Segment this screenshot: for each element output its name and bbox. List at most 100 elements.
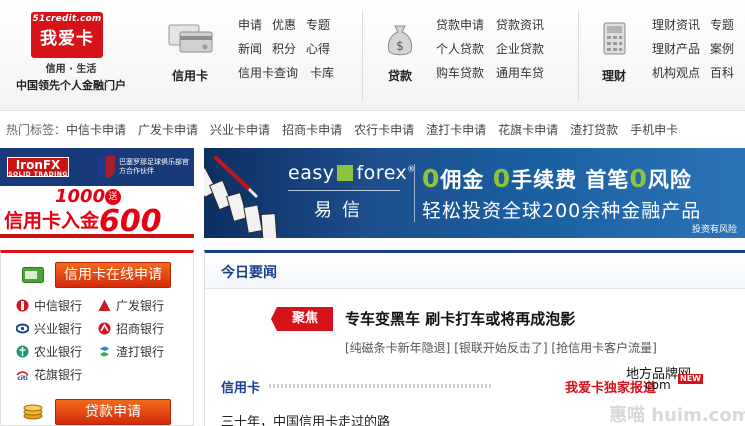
nav-finance-link[interactable]: 机构观点	[652, 66, 700, 81]
bank-item-sc[interactable]: 渣打银行	[98, 343, 180, 360]
banner-headline-part: 风险	[647, 168, 692, 192]
bank-item-cib[interactable]: 兴业银行	[16, 320, 98, 337]
bank-label: 兴业银行	[34, 322, 83, 336]
svg-text:$: $	[396, 39, 404, 53]
section-divider	[269, 384, 491, 388]
article-link[interactable]: 三十年，中国信用卡走过的路	[221, 411, 390, 426]
easy-forex-cn: 易信	[314, 200, 370, 221]
ironfx-ad[interactable]: IronFX SOLID TRADING 巴塞罗那足球俱乐部官方合作伙伴 100…	[0, 148, 194, 238]
easy-forex-banner[interactable]: easy forex® 易信 0佣金 0手续费 首笔0风险 轻松投资全球200余种…	[204, 148, 745, 238]
ad-offer-prefix: 信用卡入金	[4, 210, 100, 232]
hot-tag-link[interactable]: 花旗卡申请	[498, 123, 558, 137]
nav-group-finance: 理财 理财资讯 专题 理财产品 案例 机构观点 百科	[578, 0, 745, 111]
site-logo[interactable]: 51credit.com 我爱卡 信用 · 生活 中国领先个人金融门户	[0, 0, 142, 111]
nav-loan-link[interactable]: 购车贷款	[436, 66, 484, 81]
sub-links: [纯磁条卡新年隐退] [银联开始反击了] [抢信用卡客户流量]	[345, 339, 657, 356]
bank-label: 广发银行	[116, 299, 165, 313]
ad-gift-badge: 送	[105, 189, 121, 205]
sub-link[interactable]: [纯磁条卡新年隐退]	[345, 341, 450, 355]
money-bag-icon: $	[387, 25, 413, 56]
abc-bank-icon	[16, 345, 29, 358]
ad-offer-line: 信用卡入金600	[4, 204, 162, 238]
credit-card-icon	[168, 24, 213, 53]
ad-partner-text: 巴塞罗那足球俱乐部官方合作伙伴	[119, 158, 189, 175]
hot-tag-link[interactable]: 农行卡申请	[354, 123, 414, 137]
hot-tags-label: 热门标签：	[6, 123, 67, 137]
bank-label: 农业银行	[34, 345, 83, 359]
nav-card-link[interactable]: 卡库	[310, 66, 334, 81]
hot-tag-link[interactable]: 渣打卡申请	[426, 123, 486, 137]
bank-label: 渣打银行	[116, 345, 165, 359]
nav-finance-link[interactable]: 理财资讯	[652, 18, 700, 33]
cib-bank-icon	[16, 323, 29, 334]
apply-card-button[interactable]: 信用卡在线申请	[55, 262, 171, 288]
today-news-title: 今日要闻	[221, 265, 277, 281]
hot-tags-bar: 热门标签：中信卡申请 广发卡申请 兴业卡申请 招商卡申请 农行卡申请 渣打卡申请 花旗卡申请…	[0, 121, 690, 139]
banner-divider	[414, 164, 415, 222]
nav-finance-link[interactable]: 专题	[710, 18, 734, 33]
focus-tag: 聚焦	[271, 307, 333, 331]
hot-tag-link[interactable]: 招商卡申请	[282, 123, 342, 137]
nav-card-link[interactable]: 新闻	[238, 42, 262, 57]
nav-finance-link[interactable]: 案例	[710, 42, 734, 57]
ironfx-brand: IronFX	[15, 158, 61, 172]
hot-tag-link[interactable]: 渣打贷款	[570, 123, 618, 137]
logo-tagline: 信用 · 生活	[45, 64, 97, 75]
ironfx-brand-sub: SOLID TRADING	[8, 171, 68, 178]
nav-loan-link[interactable]: 贷款资讯	[496, 18, 544, 33]
bank-label: 招商银行	[116, 322, 165, 336]
banner-headline-zero: 0	[629, 164, 648, 193]
banner-risk-note: 投资有风险	[691, 225, 737, 235]
bank-item-citi[interactable]: citi 花旗银行	[16, 366, 98, 383]
fcb-crest-icon	[97, 156, 115, 178]
nav-finance-link[interactable]: 百科	[710, 66, 734, 81]
banner-headline-zero: 0	[422, 164, 441, 193]
citic-bank-icon	[16, 299, 29, 312]
cmb-bank-icon	[98, 322, 111, 335]
banner-headline-part: 佣金	[440, 168, 493, 192]
nav-loan-link[interactable]: 贷款申请	[436, 18, 484, 33]
logo-name: 我爱卡	[40, 29, 94, 49]
bank-list: 中信银行 广发银行 兴业银行 招商银行 农业银行 渣打银行 citi 花旗银行	[16, 297, 186, 383]
bank-label: 中信银行	[34, 299, 83, 313]
nav-finance-link[interactable]: 理财产品	[652, 42, 700, 57]
headline-link[interactable]: 专车变黑车 刷卡打车或将再成泡影	[345, 308, 575, 329]
nav-group-loan: $ 贷款 贷款申请 贷款资讯 个人贷款 企业贷款 购车贷款 通用车贷	[362, 0, 582, 111]
bank-item-citic[interactable]: 中信银行	[16, 297, 98, 314]
nav-card-link[interactable]: 心得	[306, 42, 330, 57]
bank-item-cgb[interactable]: 广发银行	[98, 297, 180, 314]
ad-amount-600: 600	[99, 204, 162, 238]
watermark-text: com	[645, 378, 671, 392]
bank-item-abc[interactable]: 农业银行	[16, 343, 98, 360]
ironfx-logo: IronFX SOLID TRADING	[7, 157, 69, 178]
sub-link[interactable]: [抢信用卡客户流量]	[551, 341, 656, 355]
sub-link[interactable]: [银联开始反击了]	[454, 341, 547, 355]
hot-tag-link[interactable]: 中信卡申请	[66, 123, 126, 137]
nav-loan-link[interactable]: 企业贷款	[496, 42, 544, 57]
nav-card-link[interactable]: 申请	[238, 18, 262, 33]
hot-tag-link[interactable]: 广发卡申请	[138, 123, 198, 137]
nav-loan-title[interactable]: 贷款	[388, 67, 412, 84]
nav-card-link[interactable]: 专题	[306, 18, 330, 33]
standard-chartered-icon	[100, 346, 109, 357]
nav-card-title[interactable]: 信用卡	[172, 67, 208, 84]
nav-card-link[interactable]: 信用卡查询	[238, 66, 298, 81]
main-news: 今日要闻 聚焦 专车变黑车 刷卡打车或将再成泡影 [纯磁条卡新年隐退] [银联开…	[204, 250, 745, 426]
nav-card-link[interactable]: 优惠	[272, 18, 296, 33]
nav-group-card: 信用卡 申请 优惠 专题 新闻 积分 心得 信用卡查询 卡库	[142, 0, 362, 111]
nav-finance-title[interactable]: 理财	[602, 67, 626, 84]
nav-loan-link[interactable]: 个人贷款	[436, 42, 484, 57]
nav-card-link[interactable]: 积分	[272, 42, 296, 57]
exclusive-report-link[interactable]: 我爱卡独家报道	[565, 377, 656, 396]
section-title-card[interactable]: 信用卡	[221, 377, 260, 396]
logo-badge: 51credit.com 我爱卡	[31, 12, 103, 58]
bank-item-cmb[interactable]: 招商银行	[98, 320, 180, 337]
hot-tag-link[interactable]: 兴业卡申请	[210, 123, 270, 137]
nav-loan-link[interactable]: 通用车贷	[496, 66, 544, 81]
calculator-icon	[603, 22, 626, 55]
easy-forex-logo: easy forex®	[288, 162, 416, 184]
apply-loan-button[interactable]: 贷款申请	[55, 399, 171, 425]
cgb-bank-icon	[98, 299, 111, 311]
hot-tag-link[interactable]: 手机申卡	[630, 123, 678, 137]
exclusive-report-block[interactable]: 地方品牌网 我爱卡独家报道 NEW com 惠喵 huim.com	[557, 367, 745, 426]
